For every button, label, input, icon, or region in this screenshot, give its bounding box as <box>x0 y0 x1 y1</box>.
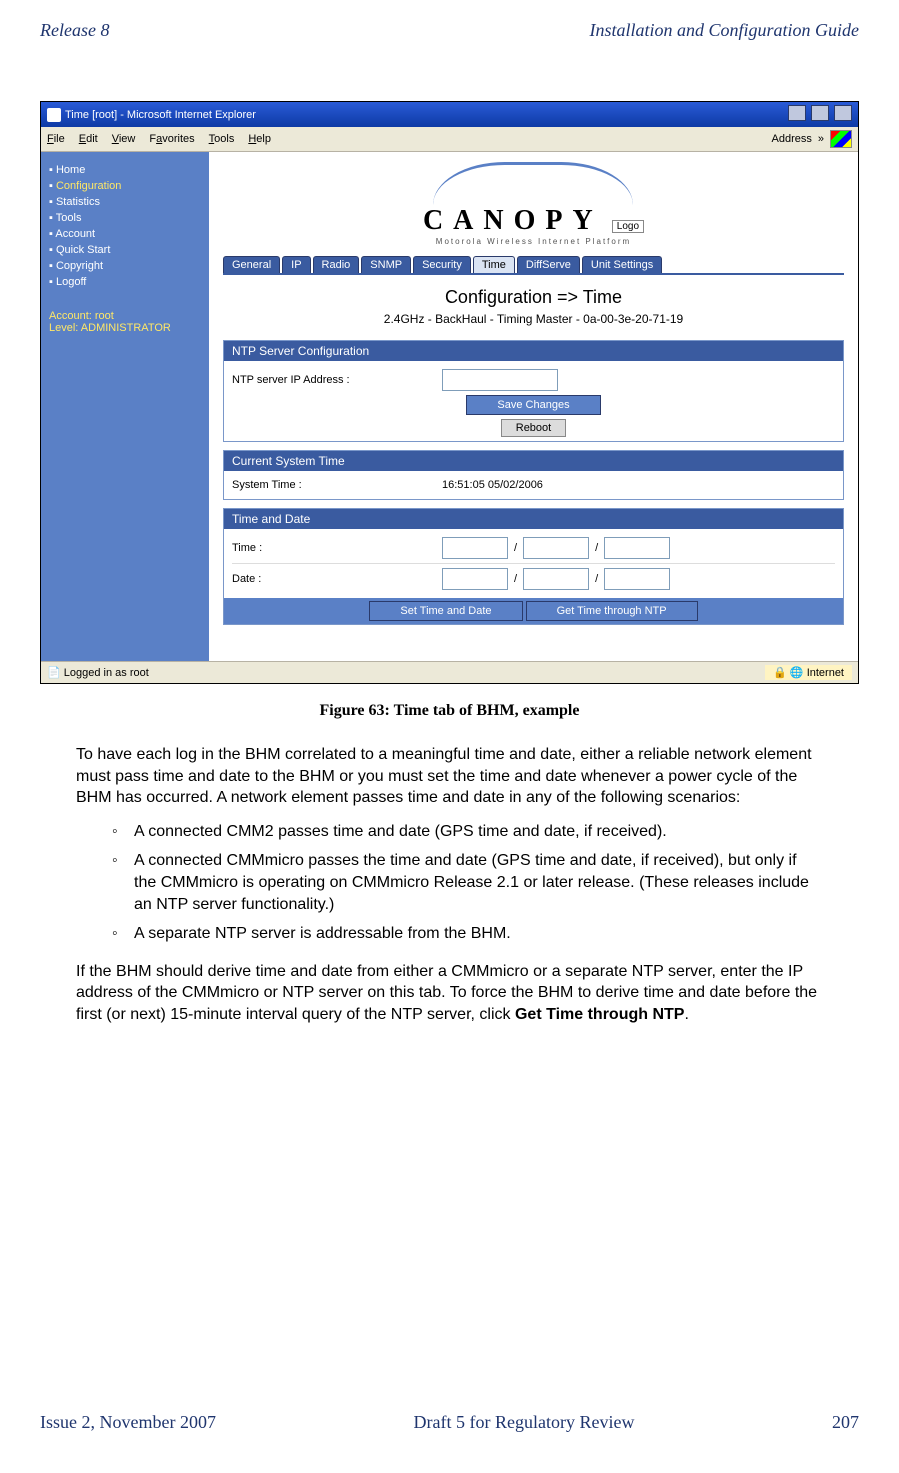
page-subtitle: 2.4GHz - BackHaul - Timing Master - 0a-0… <box>384 312 683 326</box>
get-time-ntp-button[interactable]: Get Time through NTP <box>526 601 698 621</box>
reboot-button[interactable]: Reboot <box>501 419 566 437</box>
logo-placeholder: Logo <box>612 220 644 233</box>
time-label: Time : <box>232 542 442 554</box>
bullet-3: A separate NTP server is addressable fro… <box>112 923 823 945</box>
body-text: To have each log in the BHM correlated t… <box>76 744 823 1038</box>
date-d-input[interactable] <box>523 568 589 590</box>
windows-flag-icon <box>830 130 852 148</box>
bullet-2: A connected CMMmicro passes the time and… <box>112 850 823 915</box>
footer-right: 207 <box>832 1412 859 1433</box>
logo-tagline: Motorola Wireless Internet Platform <box>436 237 631 246</box>
time-s-input[interactable] <box>604 537 670 559</box>
date-y-input[interactable] <box>604 568 670 590</box>
app-icon <box>47 108 61 122</box>
date-m-input[interactable] <box>442 568 508 590</box>
paragraph-2: If the BHM should derive time and date f… <box>76 961 823 1026</box>
ntp-ip-input[interactable] <box>442 369 558 391</box>
menu-view[interactable]: View <box>112 133 136 145</box>
sidebar-item-home[interactable]: Home <box>49 162 201 178</box>
toolbar-overflow-icon[interactable]: » <box>818 133 824 145</box>
account-line1: Account: root <box>49 310 201 322</box>
tab-diffserve[interactable]: DiffServe <box>517 256 580 273</box>
menu-favorites[interactable]: Favorites <box>149 133 194 145</box>
status-text: Logged in as root <box>64 667 149 679</box>
menu-edit[interactable]: Edit <box>79 133 98 145</box>
zone-label: Internet <box>807 667 844 679</box>
panel-time-date: Time and Date Time : / / Date : / / <box>223 508 844 625</box>
tab-ip[interactable]: IP <box>282 256 310 273</box>
panel-ntp-header: NTP Server Configuration <box>224 341 843 361</box>
window-title: Time [root] - Microsoft Internet Explore… <box>65 108 256 120</box>
tab-general[interactable]: General <box>223 256 280 273</box>
maximize-icon[interactable] <box>811 105 829 121</box>
address-label: Address <box>772 133 812 145</box>
set-time-date-button[interactable]: Set Time and Date <box>369 601 522 621</box>
panel-ntp: NTP Server Configuration NTP server IP A… <box>223 340 844 442</box>
tab-snmp[interactable]: SNMP <box>361 256 411 273</box>
page-header: Release 8 Installation and Configuration… <box>40 20 859 41</box>
footer-left: Issue 2, November 2007 <box>40 1412 216 1433</box>
date-label: Date : <box>232 573 442 585</box>
time-h-input[interactable] <box>442 537 508 559</box>
figure-caption: Figure 63: Time tab of BHM, example <box>40 702 859 720</box>
page-footer: Issue 2, November 2007 Draft 5 for Regul… <box>40 1412 859 1433</box>
window-titlebar: Time [root] - Microsoft Internet Explore… <box>41 102 858 127</box>
footer-center: Draft 5 for Regulatory Review <box>414 1412 635 1433</box>
tab-time[interactable]: Time <box>473 256 515 273</box>
header-right: Installation and Configuration Guide <box>589 20 859 41</box>
sidebar-item-logoff[interactable]: Logoff <box>49 274 201 290</box>
tab-bar: General IP Radio SNMP Security Time Diff… <box>209 256 858 275</box>
sidebar-item-configuration[interactable]: Configuration <box>49 178 201 194</box>
logo-wordmark: CANOPY <box>423 205 603 236</box>
globe-icon: 🌐 <box>790 667 804 679</box>
menu-tools[interactable]: Tools <box>209 133 235 145</box>
sidebar-item-tools[interactable]: Tools <box>49 210 201 226</box>
menu-bar: File Edit View Favorites Tools Help Addr… <box>41 127 858 152</box>
account-line2: Level: ADMINISTRATOR <box>49 322 201 334</box>
menu-help[interactable]: Help <box>248 133 271 145</box>
tab-unitsettings[interactable]: Unit Settings <box>582 256 662 273</box>
lock-icon: 🔒 <box>773 667 787 679</box>
header-left: Release 8 <box>40 20 109 41</box>
sidebar-item-quickstart[interactable]: Quick Start <box>49 242 201 258</box>
logo-arc-icon <box>433 162 633 205</box>
menu-file[interactable]: File <box>47 133 65 145</box>
window-buttons <box>786 105 852 124</box>
logo-block: CANOPY Logo Motorola Wireless Internet P… <box>423 162 644 246</box>
sidebar-item-account[interactable]: Account <box>49 226 201 242</box>
minimize-icon[interactable] <box>788 105 806 121</box>
paragraph-1: To have each log in the BHM correlated t… <box>76 744 823 809</box>
panel-timedate-header: Time and Date <box>224 509 843 529</box>
panel-current-time: Current System Time System Time : 16:51:… <box>223 450 844 500</box>
panel-current-header: Current System Time <box>224 451 843 471</box>
bullet-1: A connected CMM2 passes time and date (G… <box>112 821 823 843</box>
close-icon[interactable] <box>834 105 852 121</box>
figure-screenshot: Time [root] - Microsoft Internet Explore… <box>40 101 859 684</box>
sidebar-item-copyright[interactable]: Copyright <box>49 258 201 274</box>
tab-radio[interactable]: Radio <box>313 256 360 273</box>
status-bar: 📄 Logged in as root 🔒 🌐 Internet <box>41 661 858 683</box>
save-changes-button[interactable]: Save Changes <box>466 395 600 415</box>
sidebar: Home Configuration Statistics Tools Acco… <box>41 152 209 661</box>
ntp-ip-label: NTP server IP Address : <box>232 374 442 386</box>
sidebar-item-statistics[interactable]: Statistics <box>49 194 201 210</box>
system-time-label: System Time : <box>232 479 442 491</box>
tab-security[interactable]: Security <box>413 256 471 273</box>
time-m-input[interactable] <box>523 537 589 559</box>
page-title: Configuration => Time <box>445 287 622 308</box>
system-time-value: 16:51:05 05/02/2006 <box>442 479 543 491</box>
